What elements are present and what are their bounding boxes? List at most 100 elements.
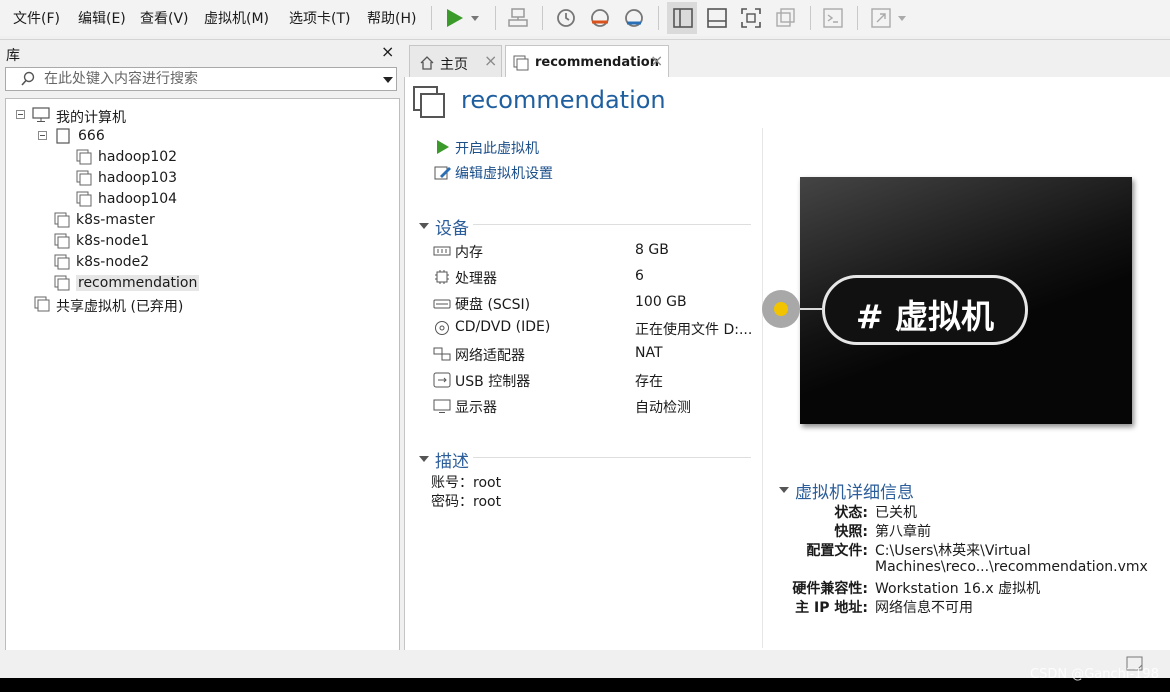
- tree-item-vm-selected[interactable]: recommendation: [54, 274, 214, 294]
- device-value: 自动检测: [635, 399, 691, 416]
- description-line[interactable]: 密码：root: [431, 491, 501, 511]
- vm-icon: [54, 275, 70, 295]
- vm-icon: [54, 254, 70, 274]
- collapse-icon[interactable]: [38, 131, 47, 140]
- detail-value: 网络信息不可用: [875, 600, 973, 616]
- status-bar: [0, 650, 1170, 678]
- snapshot-manager-icon[interactable]: [622, 6, 646, 30]
- vm-preview-thumbnail[interactable]: # 虚拟机: [800, 177, 1132, 424]
- tab-recommendation[interactable]: recommendation ×: [505, 45, 669, 78]
- hard-disk-icon: [433, 295, 451, 311]
- terminal-icon[interactable]: [821, 6, 845, 30]
- stretch-dropdown-icon[interactable]: [895, 6, 909, 30]
- toolbar-separator: [542, 6, 543, 30]
- collapse-arrow-icon[interactable]: [418, 219, 430, 235]
- monitor-icon: [433, 398, 451, 414]
- detail-value: 第八章前: [875, 524, 931, 540]
- tree-item-my-computer[interactable]: 我的计算机: [14, 106, 214, 126]
- preview-label: # 虚拟机: [822, 275, 1028, 345]
- revert-snapshot-icon[interactable]: [588, 6, 612, 30]
- library-close-button[interactable]: ×: [381, 42, 394, 61]
- menu-tabs[interactable]: 选项卡(T): [289, 8, 350, 28]
- description-line[interactable]: 账号：root: [431, 472, 501, 492]
- tree-label: k8s-node2: [76, 254, 150, 270]
- computer-icon: [32, 107, 50, 127]
- toolbar-separator: [431, 6, 432, 30]
- tab-label: recommendation: [535, 55, 659, 70]
- vm-icon: [513, 55, 529, 75]
- device-name: 处理器: [455, 270, 497, 287]
- tab-home[interactable]: 主页 ×: [409, 45, 502, 78]
- device-name: USB 控制器: [455, 374, 531, 390]
- tree-item-vm[interactable]: hadoop102: [76, 148, 226, 168]
- device-name: 硬盘 (SCSI): [455, 296, 531, 313]
- tab-close-button[interactable]: ×: [650, 51, 663, 70]
- device-name: CD/DVD (IDE): [455, 319, 551, 336]
- device-value: 存在: [635, 374, 663, 390]
- detail-value: 已关机: [875, 505, 917, 521]
- memory-icon: [433, 243, 451, 259]
- collapse-icon[interactable]: [16, 110, 25, 119]
- tree-item-folder[interactable]: 666: [36, 127, 186, 147]
- tree-item-vm[interactable]: k8s-master: [54, 211, 204, 231]
- collapse-arrow-icon[interactable]: [778, 483, 790, 499]
- tree-label: hadoop104: [98, 191, 178, 207]
- menu-vm[interactable]: 虚拟机(M): [204, 8, 269, 28]
- device-name: 显示器: [455, 399, 497, 416]
- search-icon: [20, 71, 36, 91]
- vm-icon: [76, 149, 92, 169]
- fullscreen-icon[interactable]: [739, 6, 763, 30]
- vm-details-title: 虚拟机详细信息: [795, 483, 914, 503]
- detail-value: Machines\reco...\recommendation.vmx: [875, 559, 1148, 575]
- device-value: 6: [635, 267, 644, 284]
- power-dropdown-icon[interactable]: [468, 6, 482, 30]
- home-icon: [419, 55, 435, 75]
- device-value: 8 GB: [635, 242, 669, 258]
- vm-icon: [76, 191, 92, 211]
- library-search-box: [5, 67, 397, 91]
- device-value: 100 GB: [635, 293, 687, 310]
- snapshot-icon[interactable]: [554, 6, 578, 30]
- tree-item-vm[interactable]: k8s-node1: [54, 232, 204, 252]
- usb-icon: [433, 372, 451, 388]
- menu-edit[interactable]: 编辑(E): [78, 8, 126, 28]
- detail-key: 配置文件:: [806, 543, 868, 559]
- detail-value: C:\Users\林英来\Virtual: [875, 543, 1031, 559]
- tree-label: 666: [78, 128, 105, 144]
- collapse-arrow-icon[interactable]: [418, 452, 430, 468]
- menu-view[interactable]: 查看(V): [140, 8, 189, 28]
- vm-large-icon: [412, 85, 446, 123]
- network-icon[interactable]: [506, 6, 530, 30]
- console-view-icon[interactable]: [705, 6, 729, 30]
- library-title: 库: [6, 48, 20, 64]
- tree-label: hadoop102: [98, 149, 178, 165]
- detail-value: Workstation 16.x 虚拟机: [875, 581, 1041, 597]
- device-name: 网络适配器: [455, 348, 525, 365]
- unity-icon[interactable]: [773, 6, 797, 30]
- tree-label: 我的计算机: [56, 110, 126, 126]
- tree-item-shared-vms[interactable]: 共享虚拟机 (已弃用): [34, 295, 234, 315]
- toolbar-separator: [857, 6, 858, 30]
- menu-file[interactable]: 文件(F): [13, 8, 60, 28]
- menu-help[interactable]: 帮助(H): [367, 8, 416, 28]
- tree-label: k8s-node1: [76, 233, 150, 249]
- search-dropdown-icon[interactable]: [382, 73, 394, 89]
- tab-bar: 主页 × recommendation ×: [405, 40, 1170, 78]
- power-on-vm-link[interactable]: 开启此虚拟机: [455, 138, 539, 158]
- power-on-icon[interactable]: [442, 6, 466, 30]
- tree-label: hadoop103: [98, 170, 178, 186]
- detail-key: 主 IP 地址:: [795, 600, 868, 616]
- edit-vm-settings-link[interactable]: 编辑虚拟机设置: [455, 163, 553, 183]
- tab-close-button[interactable]: ×: [484, 51, 497, 70]
- stretch-icon[interactable]: [869, 6, 893, 30]
- device-value: NAT: [635, 345, 663, 362]
- tree-item-vm[interactable]: hadoop104: [76, 190, 226, 210]
- tree-item-vm[interactable]: hadoop103: [76, 169, 226, 189]
- tree-item-vm[interactable]: k8s-node2: [54, 253, 204, 273]
- tree-label: k8s-master: [76, 212, 155, 228]
- library-view-icon[interactable]: [671, 6, 695, 30]
- search-input[interactable]: [44, 70, 364, 88]
- detail-key: 状态:: [834, 505, 868, 521]
- devices-section-title: 设备: [435, 219, 469, 239]
- detail-key: 快照:: [834, 524, 868, 540]
